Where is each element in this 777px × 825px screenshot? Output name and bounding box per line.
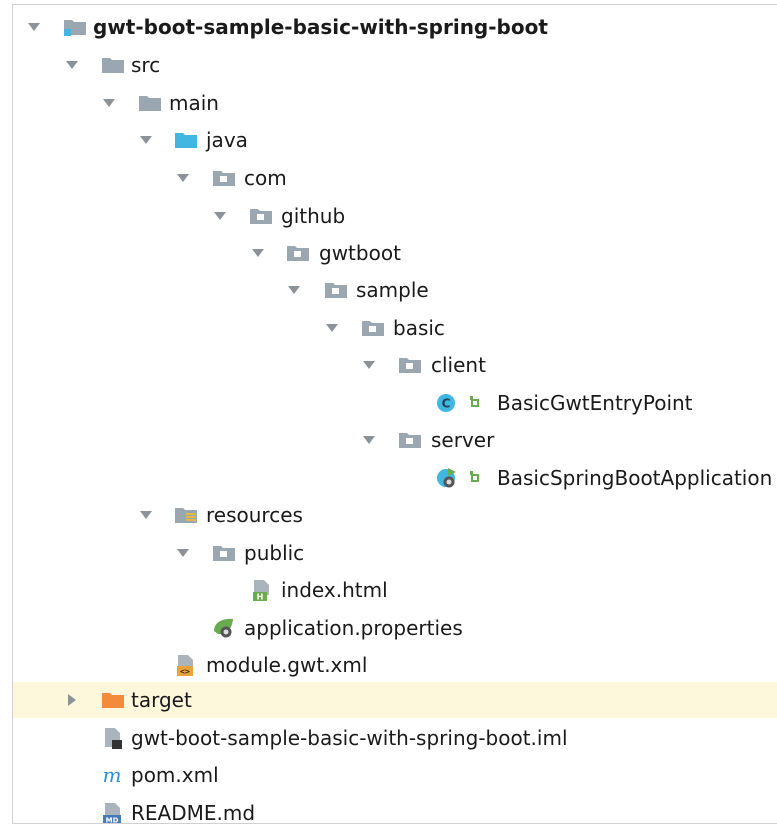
tree-node-label: main [169, 91, 219, 115]
expand-arrow-down-icon[interactable] [27, 20, 41, 34]
tree-node-label: github [281, 204, 346, 228]
iml-file-icon [100, 726, 126, 750]
expand-arrow-down-icon[interactable] [362, 358, 376, 372]
package-icon [397, 428, 423, 452]
tree-node-entry-point[interactable]: C BasicGwtEntryPoint [13, 385, 777, 421]
tree-node-app-props[interactable]: application.properties [13, 610, 777, 646]
tree-node-label: resources [206, 503, 303, 527]
tree-node-label: server [431, 428, 495, 452]
expand-arrow-down-icon[interactable] [176, 171, 190, 185]
expand-arrow-down-icon[interactable] [325, 321, 339, 335]
project-tree-panel: gwt-boot-sample-basic-with-spring-boot sr… [12, 4, 777, 824]
package-icon [323, 278, 349, 302]
excluded-folder-icon [100, 688, 126, 712]
module-folder-icon [62, 15, 88, 39]
folder-icon [137, 91, 163, 115]
tree-node-server[interactable]: server [13, 422, 777, 458]
tree-node-label: com [244, 166, 287, 190]
tree-node-src[interactable]: src [13, 47, 777, 83]
markdown-file-icon: MD [100, 801, 126, 825]
public-access-icon [468, 466, 482, 490]
public-access-icon [468, 391, 482, 415]
source-root-folder-icon [173, 128, 199, 152]
expand-arrow-down-icon[interactable] [251, 246, 265, 260]
tree-node-label: gwt-boot-sample-basic-with-spring-boot [93, 15, 548, 39]
tree-node-label: gwtboot [319, 241, 401, 265]
spring-properties-icon [211, 616, 237, 640]
tree-node-index-html[interactable]: Hindex.html [13, 572, 777, 608]
tree-node-basic[interactable]: basic [13, 310, 777, 346]
tree-node-spring-app[interactable]: BasicSpringBootApplication [13, 460, 777, 496]
expand-arrow-down-icon[interactable] [65, 58, 79, 72]
tree-node-com[interactable]: com [13, 160, 777, 196]
tree-node-label: BasicSpringBootApplication [497, 466, 773, 490]
tree-node-label: module.gwt.xml [206, 653, 368, 677]
package-icon [360, 316, 386, 340]
tree-node-sample[interactable]: sample [13, 272, 777, 308]
svg-text:C: C [442, 397, 451, 411]
package-icon [248, 204, 274, 228]
tree-node-readme[interactable]: MD README.md [13, 795, 777, 825]
resources-folder-icon [173, 503, 199, 527]
tree-node-client[interactable]: client [13, 347, 777, 383]
expand-arrow-down-icon[interactable] [287, 283, 301, 297]
tree-node-label: java [206, 128, 248, 152]
tree-node-label: README.md [131, 801, 256, 824]
tree-node-label: pom.xml [131, 763, 219, 787]
folder-icon [100, 53, 126, 77]
tree-node-label: sample [356, 278, 429, 302]
tree-node-module-gwt[interactable]: <> module.gwt.xml [13, 647, 777, 683]
expand-arrow-down-icon[interactable] [362, 433, 376, 447]
tree-node-java[interactable]: java [13, 122, 777, 158]
tree-node-public[interactable]: public [13, 535, 777, 571]
maven-icon: m [100, 763, 126, 787]
expand-arrow-down-icon[interactable] [176, 546, 190, 560]
xml-file-icon: <> [173, 653, 199, 677]
tree-node-gwtboot[interactable]: gwtboot [13, 235, 777, 271]
tree-node-resources[interactable]: resources [13, 497, 777, 533]
package-icon [397, 353, 423, 377]
tree-node-pom[interactable]: m pom.xml [13, 757, 777, 793]
expand-arrow-down-icon[interactable] [213, 209, 227, 223]
tree-node-label: src [131, 53, 161, 77]
tree-node-main[interactable]: main [13, 85, 777, 121]
package-icon [211, 166, 237, 190]
collapse-arrow-right-icon[interactable] [65, 693, 79, 707]
package-icon [211, 541, 237, 565]
tree-node-iml[interactable]: gwt-boot-sample-basic-with-spring-boot.i… [13, 720, 777, 756]
tree-node-label: gwt-boot-sample-basic-with-spring-boot.i… [131, 726, 568, 750]
expand-arrow-down-icon[interactable] [139, 508, 153, 522]
java-class-icon: C [434, 391, 460, 415]
tree-node-target[interactable]: target [13, 682, 777, 718]
tree-node-label: application.properties [244, 616, 463, 640]
tree-node-root[interactable]: gwt-boot-sample-basic-with-spring-boot [13, 9, 777, 45]
svg-text:m: m [103, 763, 122, 787]
tree-node-github[interactable]: github [13, 198, 777, 234]
package-icon [285, 241, 311, 265]
tree-node-label: basic [393, 316, 445, 340]
tree-node-label: client [431, 353, 486, 377]
tree-node-label: target [131, 688, 192, 712]
html-file-icon: H [249, 578, 275, 602]
svg-text:MD: MD [106, 817, 119, 825]
svg-text:H: H [257, 593, 264, 602]
tree-node-label: public [244, 541, 305, 565]
spring-boot-class-icon [434, 466, 460, 490]
expand-arrow-down-icon[interactable] [139, 133, 153, 147]
tree-node-label: index.html [281, 578, 388, 602]
tree-node-label: BasicGwtEntryPoint [497, 391, 693, 415]
svg-text:<>: <> [180, 667, 190, 676]
expand-arrow-down-icon[interactable] [102, 96, 116, 110]
